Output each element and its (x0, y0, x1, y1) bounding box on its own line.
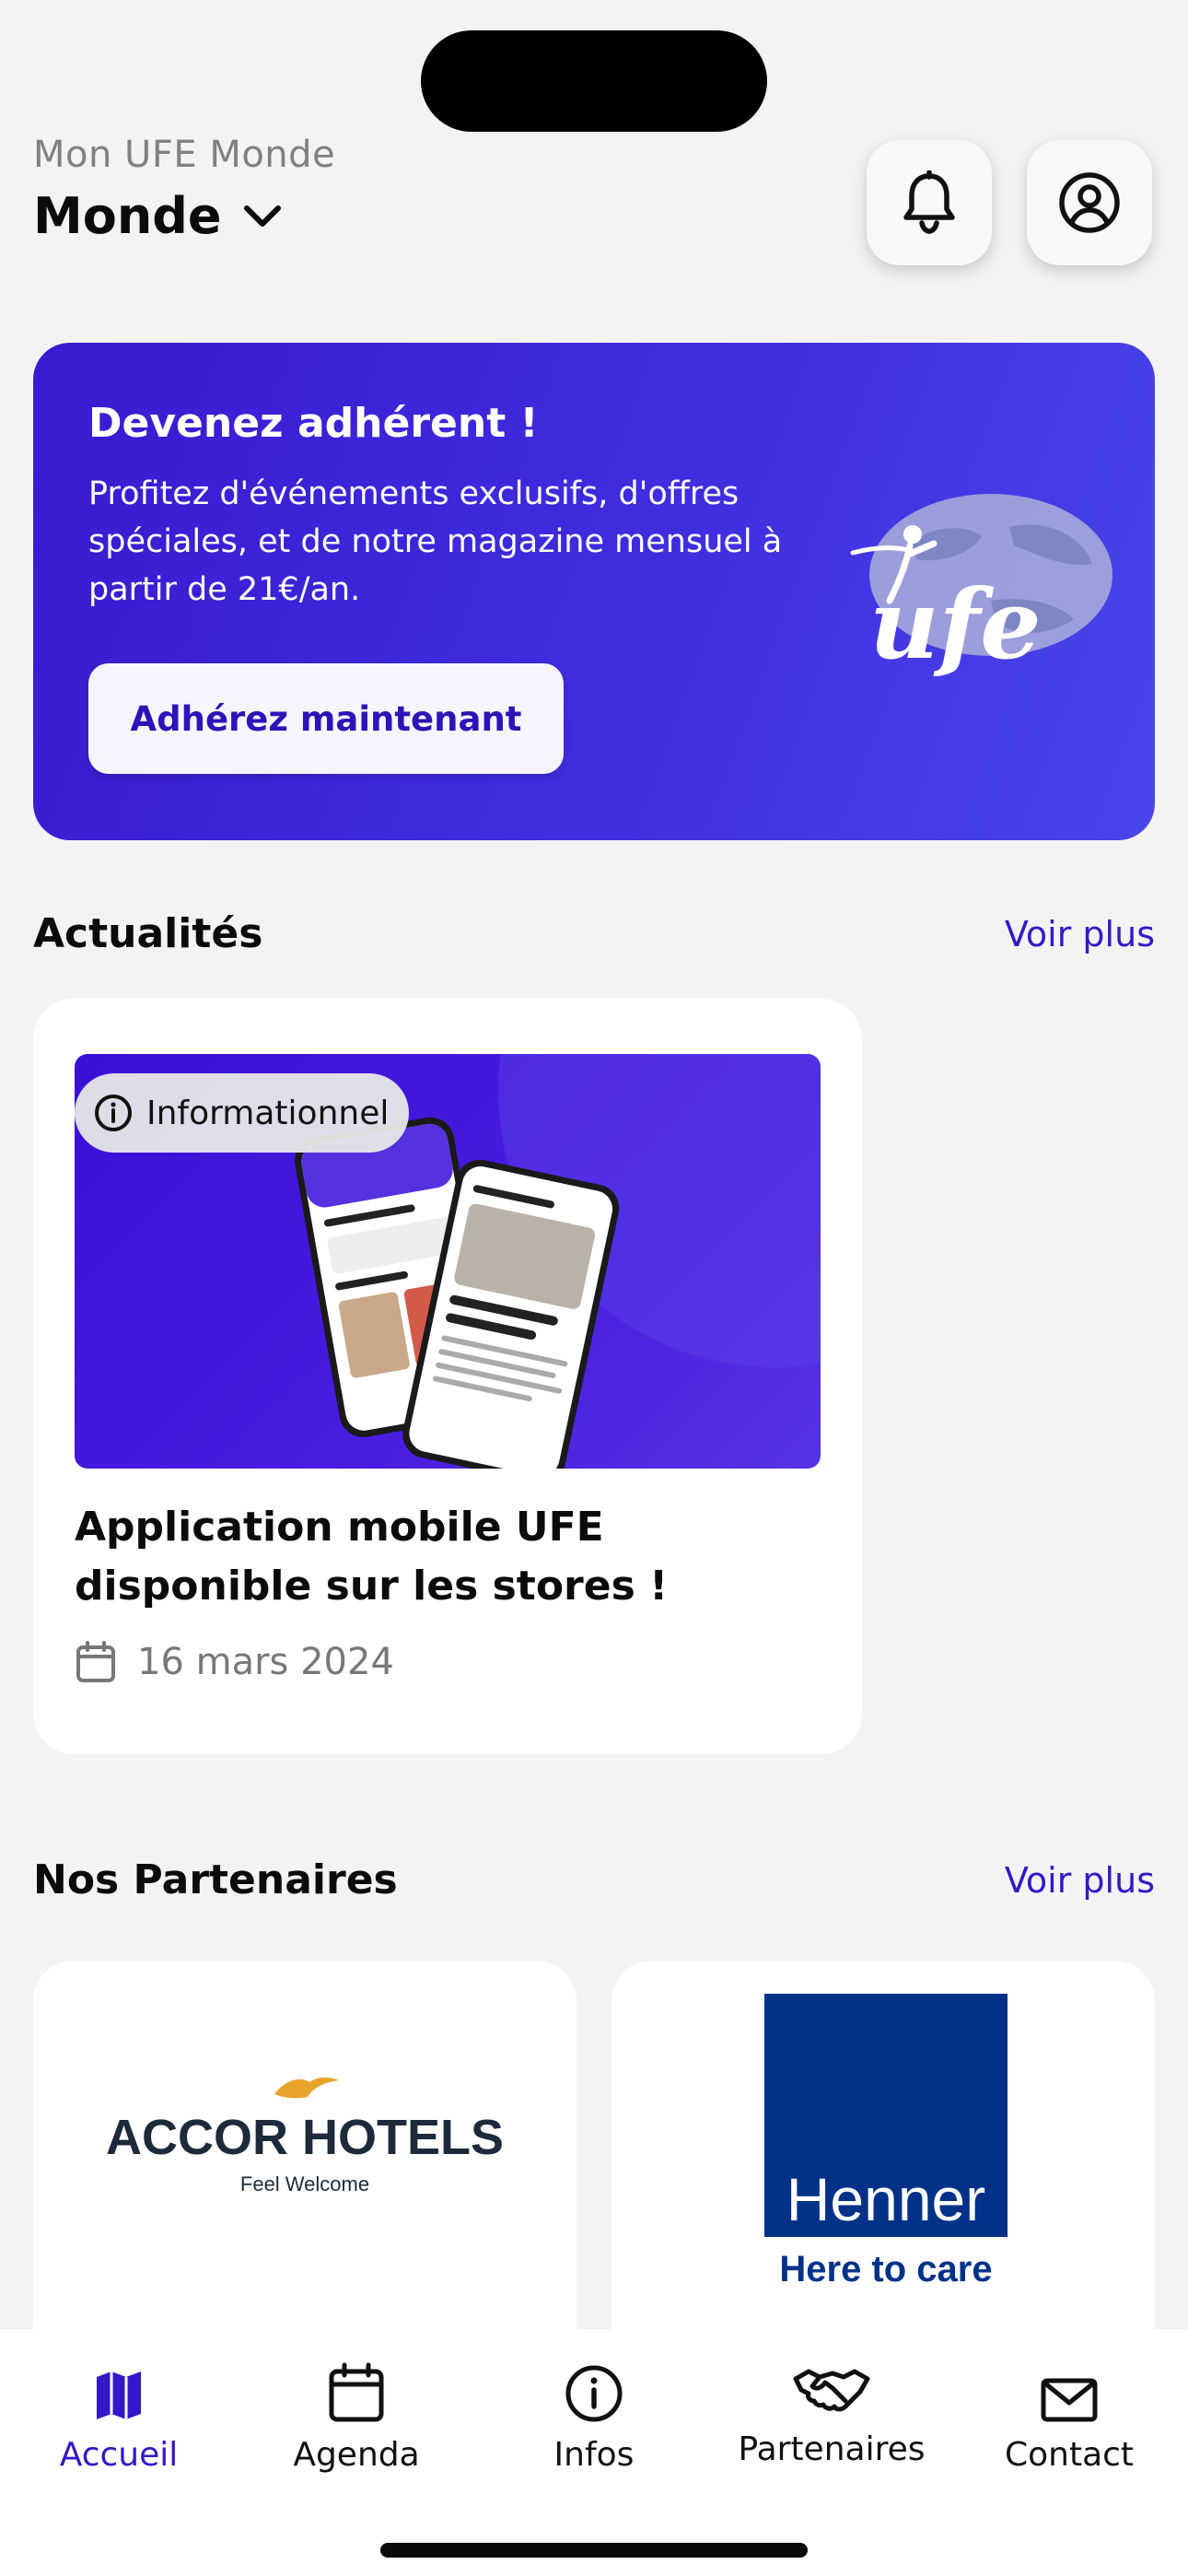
map-icon (97, 2371, 141, 2419)
chevron-down-icon (243, 205, 281, 227)
tab-infos[interactable]: Infos (475, 2349, 713, 2497)
calendar-icon (76, 1641, 115, 1682)
banner-text: Profitez d'événements exclusifs, d'offre… (88, 475, 783, 608)
profile-button[interactable] (1027, 140, 1152, 265)
partners-see-more-link[interactable]: Voir plus (1005, 1860, 1155, 1901)
notifications-button[interactable] (867, 140, 992, 265)
join-now-button[interactable]: Adhérez maintenant (88, 663, 564, 774)
home-indicator[interactable] (380, 2543, 808, 2558)
tab-agenda-label: Agenda (293, 2436, 420, 2474)
banner-title: Devenez adhérent ! (88, 400, 539, 447)
tab-partenaires[interactable]: Partenaires (713, 2349, 950, 2497)
app-screen: Mon UFE Monde Monde Devenez adhérent ! P… (0, 0, 1188, 2576)
tab-accueil-label: Accueil (59, 2436, 179, 2474)
tab-contact-label: Contact (1004, 2436, 1135, 2474)
tab-contact[interactable]: Contact (950, 2349, 1188, 2497)
accor-hotels-logo: ACCOR HOTELS Feel Welcome (106, 2077, 504, 2195)
partner-card-accor[interactable]: ACCOR HOTELS Feel Welcome (33, 1961, 577, 2366)
henner-logo: Henner Here to care (764, 1994, 1007, 2289)
region-selector-label: Monde (33, 187, 222, 245)
bottom-tab-bar: Accueil Agenda Infos Partenaires Contact (0, 2329, 1188, 2576)
henner-tagline: Here to care (779, 2249, 992, 2289)
tab-partenaires-label: Partenaires (738, 2430, 926, 2468)
ufe-logo: ufe (850, 494, 1112, 681)
news-see-more-link[interactable]: Voir plus (1005, 914, 1155, 954)
news-card-title: Application mobile UFE disponible sur le… (75, 1504, 669, 1610)
region-selector[interactable]: Monde (33, 187, 283, 245)
tab-infos-label: Infos (553, 2436, 635, 2474)
henner-name: Henner (786, 2165, 985, 2233)
membership-banner: Devenez adhérent ! Profitez d'événements… (33, 343, 1155, 840)
info-icon (565, 2365, 623, 2422)
accor-tagline: Feel Welcome (240, 2172, 369, 2195)
tab-accueil[interactable]: Accueil (0, 2349, 238, 2497)
news-tag-label: Informationnel (146, 1094, 390, 1132)
info-icon (95, 1095, 132, 1131)
dynamic-island (421, 30, 767, 132)
calendar-icon (329, 2362, 384, 2422)
news-card-date: 16 mars 2024 (75, 1640, 394, 1684)
ufe-logo-text: ufe (869, 568, 1042, 681)
partner-card-henner[interactable]: Henner Here to care (611, 1961, 1155, 2366)
tab-agenda[interactable]: Agenda (238, 2349, 475, 2497)
partners-section-title: Nos Partenaires (33, 1856, 398, 1903)
user-circle-icon (1059, 172, 1120, 233)
header-subtitle: Mon UFE Monde (33, 134, 336, 176)
handshake-icon (793, 2369, 870, 2412)
news-card-date-label: 16 mars 2024 (137, 1641, 394, 1683)
news-tag-chip: Informationnel (75, 1073, 410, 1153)
mail-icon (1041, 2378, 1098, 2422)
news-section-title: Actualités (33, 910, 263, 957)
bell-icon (903, 170, 955, 234)
accor-name: ACCOR HOTELS (106, 2110, 504, 2165)
